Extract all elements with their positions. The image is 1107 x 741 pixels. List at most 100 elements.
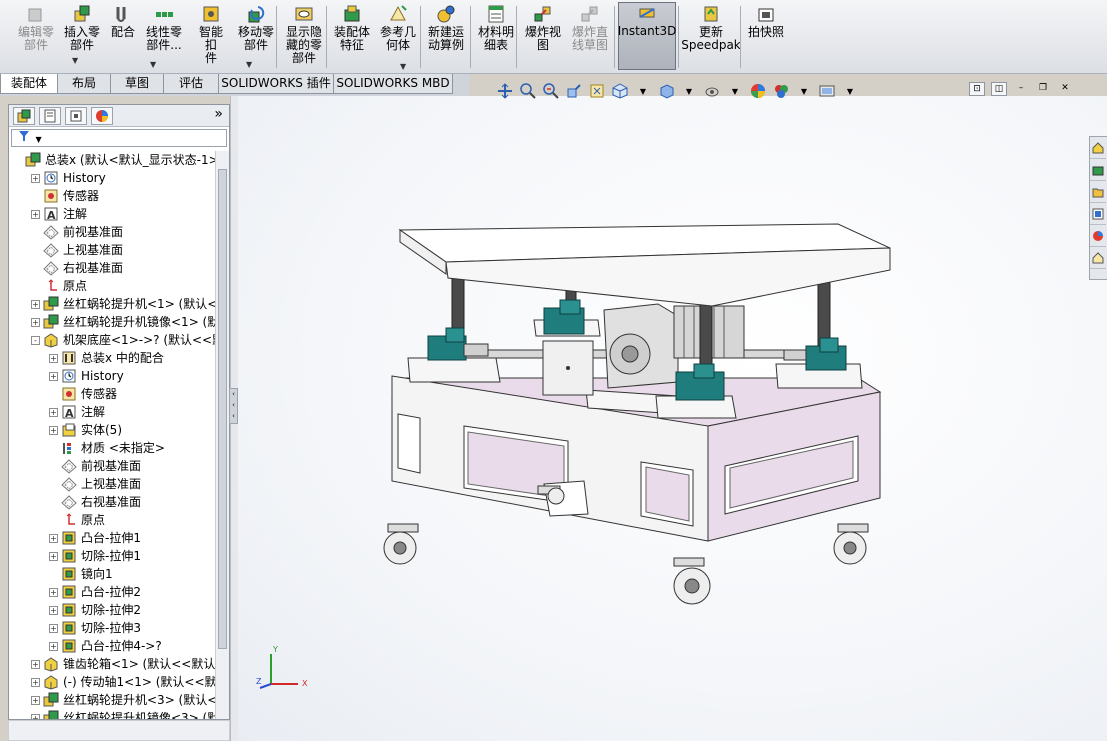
- expand-icon[interactable]: +: [49, 605, 58, 615]
- tree-node[interactable]: 前视基准面: [31, 223, 123, 241]
- expand-icon[interactable]: +: [49, 407, 58, 417]
- custom-properties-icon[interactable]: [1090, 247, 1106, 269]
- chevron-down-icon[interactable]: ▼: [150, 60, 156, 69]
- file-explorer-icon[interactable]: [1090, 181, 1106, 203]
- ribbon-button-insert-component[interactable]: 插入零 部件: [60, 4, 104, 70]
- tree-node[interactable]: 镜向1: [49, 565, 113, 583]
- tree-node[interactable]: + A 注解: [49, 403, 105, 421]
- design-library-icon[interactable]: [1090, 159, 1106, 181]
- tree-node[interactable]: - 机架底座<1>->? (默认<<默认: [31, 331, 215, 349]
- tree-node[interactable]: + 实体(5): [49, 421, 122, 439]
- ribbon-button-bom[interactable]: 材料明 细表: [474, 4, 518, 70]
- ribbon-button-snapshot[interactable]: 拍快照: [744, 4, 788, 70]
- expand-icon[interactable]: +: [31, 659, 40, 669]
- tree-filter[interactable]: ▼: [11, 129, 227, 147]
- tab-2[interactable]: 草图: [110, 74, 164, 94]
- tree-node[interactable]: + 丝杠蜗轮提升机镜像<1> (默认: [31, 313, 215, 331]
- splitter-grip[interactable]: ‹ ‹ ‹: [229, 388, 238, 424]
- tile-view-icon[interactable]: ◫: [991, 82, 1007, 96]
- tab-3[interactable]: 评估: [163, 74, 219, 94]
- tree-node[interactable]: 原点: [49, 511, 105, 529]
- tree-node[interactable]: 右视基准面: [31, 259, 123, 277]
- tree-node[interactable]: 上视基准面: [31, 241, 123, 259]
- tree-node[interactable]: + 锥齿轮箱<1> (默认<<默认>_: [31, 655, 215, 673]
- tree-node[interactable]: 原点: [31, 277, 87, 295]
- tree-node[interactable]: + 凸台-拉伸4->?: [49, 637, 162, 655]
- tree-node[interactable]: + 总装x 中的配合: [49, 349, 164, 367]
- expand-icon[interactable]: +: [31, 209, 40, 219]
- feature-manager-tab[interactable]: [13, 107, 35, 125]
- tab-5[interactable]: SOLIDWORKS MBD: [333, 74, 453, 94]
- expand-icon[interactable]: +: [31, 677, 40, 687]
- expand-icon[interactable]: +: [49, 425, 58, 435]
- tree-node[interactable]: + 丝杠蜗轮提升机镜像<3> (默认: [31, 709, 215, 719]
- tree-node[interactable]: 前视基准面: [49, 457, 141, 475]
- scrollbar-thumb[interactable]: [218, 169, 227, 649]
- expand-icon[interactable]: +: [31, 713, 40, 719]
- chevron-down-icon[interactable]: ▼: [72, 56, 78, 65]
- expand-icon[interactable]: +: [49, 371, 58, 381]
- appearances-scenes-icon[interactable]: [1090, 225, 1106, 247]
- expand-icon[interactable]: +: [31, 317, 40, 327]
- ribbon-button-linear-pattern[interactable]: 线性零 部件...: [140, 4, 188, 70]
- expand-icon[interactable]: +: [31, 173, 40, 183]
- tree-node[interactable]: + 丝杠蜗轮提升机<1> (默认<默: [31, 295, 215, 313]
- tree-node[interactable]: + 切除-拉伸2: [49, 601, 141, 619]
- tree-node[interactable]: 上视基准面: [49, 475, 141, 493]
- ribbon-button-edit-part[interactable]: 编辑零 部件: [14, 4, 58, 70]
- tree-node[interactable]: + History: [31, 169, 106, 187]
- tree-node[interactable]: + (-) 传动轴1<1> (默认<<默认: [31, 673, 215, 691]
- panel-more-button[interactable]: »: [214, 106, 223, 122]
- view-palette-icon[interactable]: [1090, 203, 1106, 225]
- expand-icon[interactable]: +: [31, 299, 40, 309]
- tab-0[interactable]: 装配体: [0, 74, 58, 94]
- collapse-icon[interactable]: -: [31, 335, 40, 345]
- expand-icon[interactable]: +: [31, 695, 40, 705]
- ribbon-button-assembly-feature[interactable]: 装配体 特征: [330, 4, 374, 70]
- tree-node[interactable]: 传感器: [31, 187, 99, 205]
- expand-icon[interactable]: +: [49, 551, 58, 561]
- minimize-icon[interactable]: –: [1013, 82, 1029, 96]
- display-manager-tab[interactable]: [91, 107, 113, 125]
- chevron-down-icon[interactable]: ▼: [246, 60, 252, 69]
- tree-node[interactable]: + A 注解: [31, 205, 87, 223]
- tab-1[interactable]: 布局: [57, 74, 111, 94]
- tree-node[interactable]: 材质 <未指定>: [49, 439, 165, 457]
- expand-icon[interactable]: +: [49, 623, 58, 633]
- tree-node[interactable]: + History: [49, 367, 124, 385]
- expand-icon[interactable]: +: [49, 353, 58, 363]
- ribbon-button-explode-line-sketch[interactable]: 爆炸直 线草图: [566, 4, 614, 70]
- tree-node[interactable]: + 凸台-拉伸2: [49, 583, 141, 601]
- property-manager-tab[interactable]: [39, 107, 61, 125]
- tree-node[interactable]: + 切除-拉伸3: [49, 619, 141, 637]
- ribbon-button-instant3d[interactable]: Instant3D: [618, 2, 676, 70]
- ribbon-button-motion-study[interactable]: 新建运 动算例: [424, 4, 468, 70]
- assembly-model[interactable]: [238, 96, 1107, 741]
- restore-icon[interactable]: ❐: [1035, 82, 1051, 96]
- ribbon-button-mate[interactable]: 配合: [106, 4, 140, 70]
- ribbon-button-move-component[interactable]: 移动零 部件: [232, 4, 280, 70]
- graphics-viewport[interactable]: ▼ ▼ ▼ ▼ ▼ ⊡ ◫ – ❐ ✕ Y X Z: [238, 82, 1107, 741]
- tree-node[interactable]: + 丝杠蜗轮提升机<3> (默认<默: [31, 691, 215, 709]
- tree-horizontal-scrollbar[interactable]: [8, 720, 230, 741]
- ribbon-button-smart-fastener[interactable]: 智能扣 件: [194, 4, 228, 70]
- configuration-manager-tab[interactable]: [65, 107, 87, 125]
- tree-node[interactable]: 右视基准面: [49, 493, 141, 511]
- expand-icon[interactable]: +: [49, 641, 58, 651]
- restore-view-icon[interactable]: ⊡: [969, 82, 985, 96]
- ribbon-button-show-hidden[interactable]: 显示隐 藏的零 部件: [278, 4, 330, 70]
- tree-node[interactable]: 总装x (默认<默认_显示状态-1>): [13, 151, 215, 169]
- solidworks-resources-icon[interactable]: [1090, 137, 1106, 159]
- tree-node[interactable]: + 切除-拉伸1: [49, 547, 141, 565]
- expand-icon[interactable]: +: [49, 587, 58, 597]
- close-icon[interactable]: ✕: [1057, 82, 1073, 96]
- tree-vertical-scrollbar[interactable]: [215, 151, 229, 719]
- chevron-down-icon[interactable]: ▼: [400, 62, 406, 71]
- ribbon-button-speedpak[interactable]: 更新 Speedpak: [680, 4, 742, 70]
- ribbon-button-exploded-view[interactable]: 爆炸视 图: [520, 4, 566, 70]
- expand-icon[interactable]: +: [49, 533, 58, 543]
- tree-node[interactable]: 传感器: [49, 385, 117, 403]
- ribbon-button-reference-geometry[interactable]: 参考几 何体: [374, 4, 422, 70]
- tree-node[interactable]: + 凸台-拉伸1: [49, 529, 141, 547]
- tab-4[interactable]: SOLIDWORKS 插件: [218, 74, 334, 94]
